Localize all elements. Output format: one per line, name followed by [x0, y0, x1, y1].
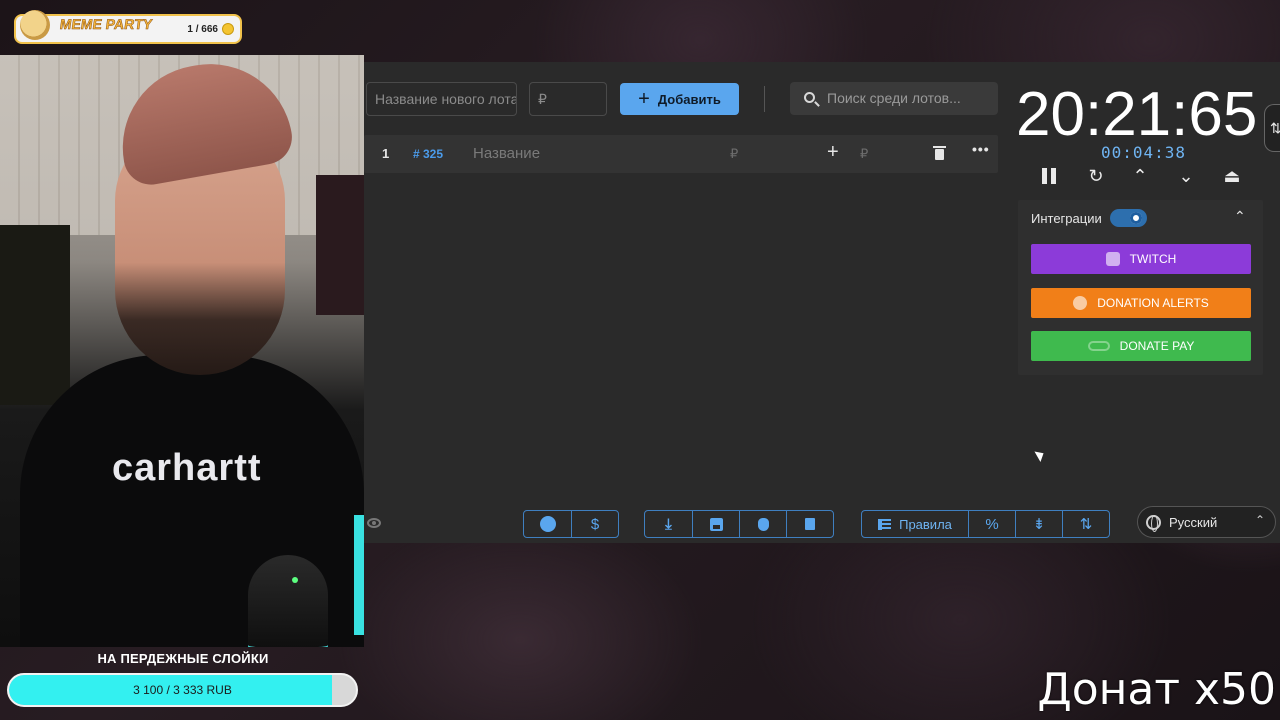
donation-alerts-button[interactable]: DONATION ALERTS — [1031, 288, 1251, 318]
lot-add-amount-button[interactable]: + — [827, 141, 839, 164]
pause-button[interactable] — [1037, 164, 1061, 188]
donate-pay-icon — [1087, 341, 1110, 351]
donate-button[interactable]: $ — [571, 511, 618, 537]
toolbar-divider — [764, 86, 765, 112]
add-time-button[interactable]: ⌃ — [1128, 164, 1152, 188]
bug-icon — [757, 517, 769, 531]
lot-amount-input[interactable]: ₽ — [529, 82, 607, 116]
lot-more-menu-icon[interactable]: ••• — [972, 141, 990, 157]
wall-poster — [0, 225, 70, 405]
subtract-time-button[interactable]: ⌄ — [1174, 164, 1198, 188]
donation-multiplier: Донат x50 — [1037, 664, 1276, 715]
webcam-feed: carhartt — [0, 55, 364, 647]
delete-lot-icon[interactable] — [933, 146, 946, 160]
lot-row: 1 # 325 Название ₽ + ₽ ••• — [364, 135, 998, 173]
lot-extra-amount-input[interactable]: ₽ — [860, 146, 868, 162]
add-lot-label: Добавить — [657, 91, 721, 107]
sort-icon: ⇅ — [1079, 516, 1093, 533]
rules-icon — [878, 518, 892, 530]
lot-search-input[interactable]: Поиск среди лотов... — [790, 82, 998, 115]
select-caret-icon: ⌃ — [1254, 513, 1265, 527]
microphone — [248, 555, 328, 647]
meme-party-badge: MEME PARTY 1 / 666 — [14, 10, 242, 44]
save-icon — [709, 517, 723, 531]
globe-icon — [1146, 514, 1161, 532]
donation-goal-title: НА ПЕРДЕЖНЫЕ СЛОЙКИ — [97, 651, 269, 666]
donation-alerts-label: DONATION ALERTS — [1097, 296, 1209, 310]
eject-button[interactable]: ⏏ — [1220, 164, 1244, 188]
pause-icon — [1042, 168, 1056, 184]
collapse-chevron-icon[interactable]: ⌃ — [1234, 208, 1246, 225]
twitch-label: TWITCH — [1129, 252, 1177, 266]
language-select[interactable]: Русский ⌃ — [1137, 506, 1276, 538]
donate-pay-button[interactable]: DONATE PAY — [1031, 331, 1251, 361]
twitch-button[interactable]: TWITCH — [1031, 244, 1251, 274]
chevron-down-icon: ⌄ — [1178, 165, 1194, 186]
donation-goal-text: 3 100 / 3 333 RUB — [133, 683, 232, 697]
search-icon — [804, 92, 815, 103]
twitch-icon — [1105, 252, 1120, 266]
github-button[interactable] — [524, 511, 571, 537]
plus-icon: + — [638, 88, 650, 110]
shirt-logo: carhartt — [112, 447, 262, 489]
lot-amount: ₽ — [730, 146, 739, 161]
links-group: $ — [523, 510, 619, 538]
delete-all-button[interactable] — [786, 511, 833, 537]
new-lot-input[interactable]: Название нового лота — [366, 82, 517, 116]
split-button[interactable]: ⇟ — [1015, 511, 1062, 537]
restart-button[interactable]: ↻ — [1084, 164, 1108, 188]
rgb-light — [354, 515, 364, 635]
lot-index: 1 — [382, 146, 390, 161]
file-actions-group: ⤓ — [644, 510, 834, 538]
eject-icon: ⏏ — [1223, 165, 1241, 186]
add-lot-button[interactable]: + Добавить — [620, 83, 739, 115]
visibility-eye-icon[interactable] — [367, 518, 381, 528]
language-label: Русский — [1169, 514, 1218, 530]
restart-icon: ↻ — [1088, 165, 1104, 186]
percent-icon: % — [985, 515, 999, 533]
sort-button[interactable]: ⇅ — [1062, 511, 1109, 537]
view-actions-group: Правила % ⇟ ⇅ — [861, 510, 1110, 538]
split-icon: ⇟ — [1032, 516, 1046, 533]
save-button[interactable] — [692, 511, 739, 537]
download-button[interactable]: ⤓ — [645, 511, 692, 537]
donate-pay-label: DONATE PAY — [1119, 339, 1195, 353]
rules-button[interactable]: Правила — [862, 511, 968, 537]
github-icon — [539, 516, 556, 532]
integrations-label: Интеграции — [1031, 211, 1102, 226]
lot-name-input[interactable]: Название — [473, 145, 540, 162]
report-bug-button[interactable] — [739, 511, 786, 537]
integrations-toggle[interactable] — [1110, 209, 1147, 227]
elapsed-timer: 00:04:38 — [1101, 143, 1187, 162]
chevron-up-icon: ⌃ — [1132, 165, 1148, 186]
percent-button[interactable]: % — [968, 511, 1015, 537]
rules-label: Правила — [899, 516, 952, 532]
doge-avatar-icon — [20, 10, 50, 40]
donation-goal-bar: 3 100 / 3 333 RUB — [7, 673, 358, 707]
download-icon: ⤓ — [665, 515, 672, 533]
shelf-decor — [316, 175, 364, 315]
meme-counter: 1 / 666 — [187, 24, 218, 35]
dollar-icon: $ — [590, 515, 600, 533]
swap-timer-icon[interactable]: ⇅ — [1264, 104, 1280, 152]
coin-icon — [222, 23, 234, 35]
mic-led — [292, 577, 298, 583]
lot-id: # 325 — [413, 147, 444, 161]
auction-timer: 20:21:65 — [1016, 80, 1258, 149]
meme-party-logo: MEME PARTY — [58, 16, 154, 33]
donation-alerts-icon — [1073, 296, 1088, 310]
search-placeholder: Поиск среди лотов... — [827, 90, 961, 106]
delete-all-icon — [805, 518, 815, 530]
